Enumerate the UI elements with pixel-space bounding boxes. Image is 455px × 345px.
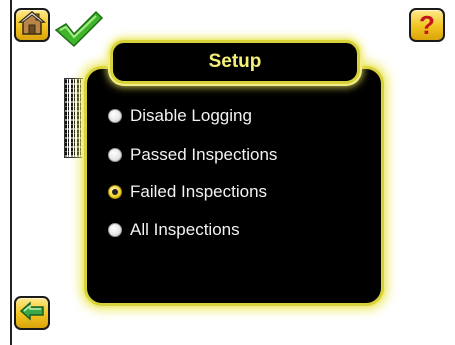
left-border: [10, 0, 12, 345]
dialog-title-bar: Setup: [110, 40, 360, 84]
option-failed-inspections[interactable]: Failed Inspections: [108, 180, 267, 204]
dialog-title: Setup: [208, 51, 262, 72]
option-label: Passed Inspections: [130, 145, 278, 164]
option-label: Failed Inspections: [130, 182, 268, 201]
home-button[interactable]: [14, 8, 50, 42]
back-button[interactable]: [14, 296, 50, 330]
radio-button[interactable]: [108, 223, 122, 237]
option-all-inspections[interactable]: All Inspections: [108, 218, 240, 242]
radio-button[interactable]: [108, 148, 122, 162]
barcode-image: [64, 78, 86, 158]
option-label: All Inspections: [130, 220, 240, 239]
option-disable-logging[interactable]: Disable Logging: [108, 104, 252, 128]
option-passed-inspections[interactable]: Passed Inspections: [108, 143, 277, 167]
back-arrow-icon: [19, 301, 45, 325]
help-button[interactable]: ?: [409, 8, 445, 42]
home-icon: [17, 9, 47, 41]
radio-button[interactable]: [108, 109, 122, 123]
help-icon: ?: [419, 10, 435, 40]
radio-button-selected[interactable]: [108, 185, 122, 199]
option-label: Disable Logging: [130, 106, 252, 125]
checkmark-icon: [52, 8, 106, 52]
